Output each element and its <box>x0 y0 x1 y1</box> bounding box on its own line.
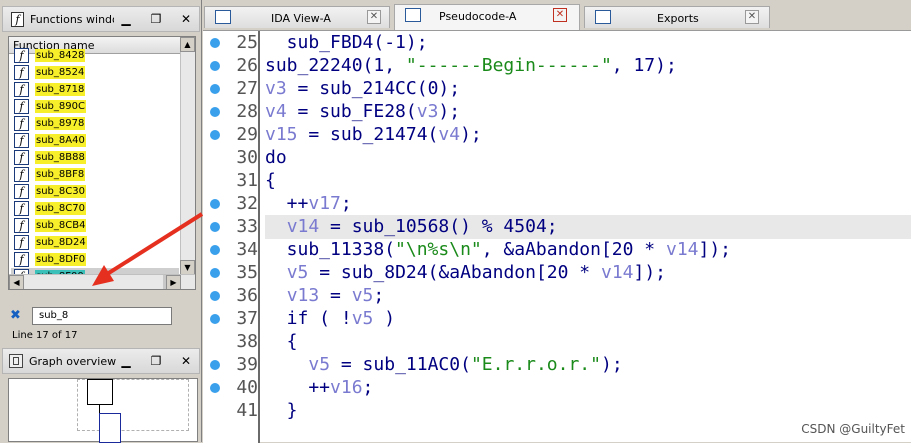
arrow-head <box>92 265 114 286</box>
arrow-shaft <box>102 212 204 278</box>
annotation-arrow <box>92 212 204 286</box>
